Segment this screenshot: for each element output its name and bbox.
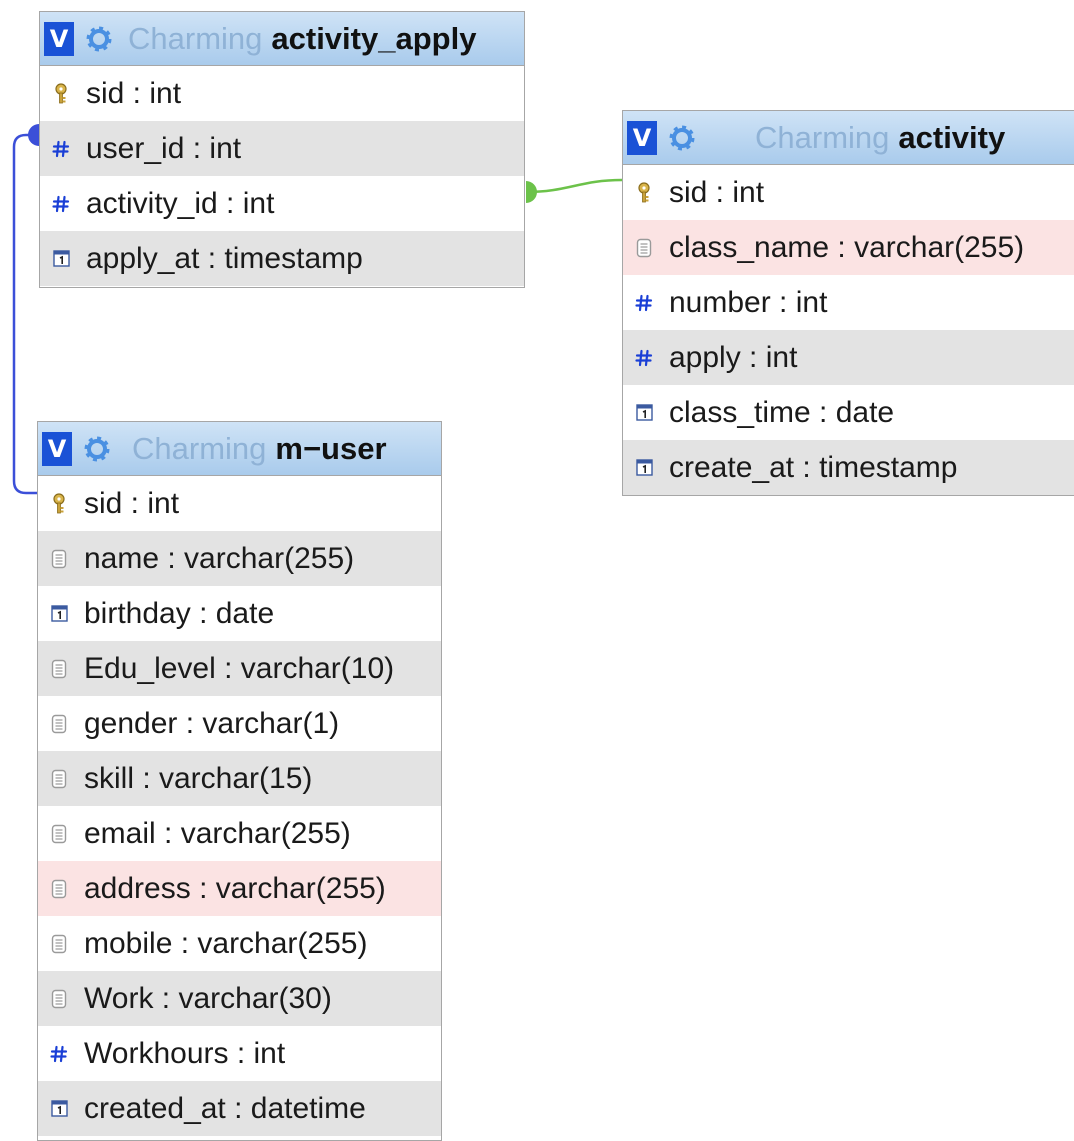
column-label: apply_at : timestamp	[86, 241, 363, 275]
column-row[interactable]: email : varchar(255)	[38, 806, 441, 861]
table-title: Charming activity	[755, 120, 1005, 156]
column-row[interactable]: gender : varchar(1)	[38, 696, 441, 751]
relation-line-activity	[525, 178, 623, 194]
table-name: activity	[898, 119, 1006, 155]
text-icon	[48, 767, 70, 791]
column-label: birthday : date	[84, 596, 275, 630]
key-icon	[48, 492, 70, 516]
column-row[interactable]: sid : int	[38, 476, 441, 531]
table-name: m−user	[275, 430, 387, 466]
toggle-button[interactable]: V	[42, 431, 72, 466]
text-icon	[48, 657, 70, 681]
column-list: sid : int class_name : varchar(255) number…	[623, 165, 1074, 495]
column-label: skill : varchar(15)	[84, 761, 313, 795]
hash-icon	[633, 291, 655, 315]
column-row[interactable]: name : varchar(255)	[38, 531, 441, 586]
column-label: number : int	[669, 285, 828, 319]
column-label: sid : int	[669, 175, 765, 209]
column-label: class_time : date	[669, 395, 895, 429]
column-label: user_id : int	[86, 131, 242, 165]
table-title: Charming activity_apply	[128, 21, 476, 57]
key-icon	[50, 82, 72, 106]
column-label: Edu_level : varchar(10)	[84, 651, 395, 685]
text-icon	[48, 822, 70, 846]
table-activity[interactable]: V Charming activity sid : int class_name :…	[622, 110, 1074, 496]
column-label: sid : int	[84, 486, 180, 520]
database-name: Charming	[128, 20, 263, 56]
column-label: activity_id : int	[86, 186, 275, 220]
hash-icon	[48, 1042, 70, 1066]
text-icon	[48, 712, 70, 736]
column-row[interactable]: activity_id : int	[40, 176, 524, 231]
text-icon	[48, 932, 70, 956]
toggle-button[interactable]: V	[627, 120, 657, 155]
text-icon	[48, 547, 70, 571]
column-row[interactable]: skill : varchar(15)	[38, 751, 441, 806]
toggle-button[interactable]: V	[44, 21, 74, 56]
column-list: sid : int user_id : int activity_id : int a…	[40, 66, 524, 286]
column-row[interactable]: apply_at : timestamp	[40, 231, 524, 286]
calendar-icon	[48, 602, 70, 626]
column-row[interactable]: address : varchar(255)	[38, 861, 441, 916]
gear-icon[interactable]	[667, 123, 697, 153]
hash-icon	[50, 192, 72, 216]
column-label: class_name : varchar(255)	[669, 230, 1025, 264]
column-row[interactable]: apply : int	[623, 330, 1074, 385]
column-row[interactable]: mobile : varchar(255)	[38, 916, 441, 971]
column-row[interactable]: Work : varchar(30)	[38, 971, 441, 1026]
table-m-user[interactable]: V Charming m−user sid : int name : varchar…	[37, 421, 442, 1141]
column-row[interactable]: class_name : varchar(255)	[623, 220, 1074, 275]
calendar-icon	[633, 401, 655, 425]
column-label: Workhours : int	[84, 1036, 286, 1070]
key-icon	[633, 181, 655, 205]
column-row[interactable]: sid : int	[623, 165, 1074, 220]
calendar-icon	[50, 247, 72, 271]
table-activity-apply[interactable]: V Charming activity_apply sid : int user_i…	[39, 11, 525, 288]
relation-endpoint-user	[28, 124, 39, 146]
column-row[interactable]: Edu_level : varchar(10)	[38, 641, 441, 696]
gear-icon[interactable]	[82, 434, 112, 464]
column-label: address : varchar(255)	[84, 871, 386, 905]
text-icon	[633, 236, 655, 260]
column-row[interactable]: class_time : date	[623, 385, 1074, 440]
hash-icon	[50, 137, 72, 161]
table-name: activity_apply	[271, 20, 477, 56]
relation-line-user	[12, 133, 39, 495]
column-row[interactable]: birthday : date	[38, 586, 441, 641]
calendar-icon	[633, 456, 655, 480]
database-name: Charming	[755, 119, 890, 155]
gear-icon[interactable]	[84, 24, 114, 54]
calendar-icon	[48, 1097, 70, 1121]
column-label: gender : varchar(1)	[84, 706, 340, 740]
column-label: apply : int	[669, 340, 798, 374]
column-row[interactable]: number : int	[623, 275, 1074, 330]
column-row[interactable]: sid : int	[40, 66, 524, 121]
column-label: create_at : timestamp	[669, 450, 958, 484]
column-row[interactable]: create_at : timestamp	[623, 440, 1074, 495]
column-row[interactable]: user_id : int	[40, 121, 524, 176]
table-header[interactable]: V Charming activity	[623, 111, 1074, 165]
table-header[interactable]: V Charming activity_apply	[40, 12, 524, 66]
relation-endpoint-activity	[526, 181, 537, 203]
column-row[interactable]: created_at : datetime	[38, 1081, 441, 1136]
column-list: sid : int name : varchar(255) birthday : d…	[38, 476, 441, 1136]
column-label: name : varchar(255)	[84, 541, 355, 575]
column-label: email : varchar(255)	[84, 816, 351, 850]
column-label: sid : int	[86, 76, 182, 110]
text-icon	[48, 987, 70, 1011]
column-label: mobile : varchar(255)	[84, 926, 368, 960]
table-header[interactable]: V Charming m−user	[38, 422, 441, 476]
column-label: Work : varchar(30)	[84, 981, 332, 1015]
table-title: Charming m−user	[132, 431, 387, 467]
column-label: created_at : datetime	[84, 1091, 366, 1125]
hash-icon	[633, 346, 655, 370]
text-icon	[48, 877, 70, 901]
database-name: Charming	[132, 430, 267, 466]
column-row[interactable]: Workhours : int	[38, 1026, 441, 1081]
